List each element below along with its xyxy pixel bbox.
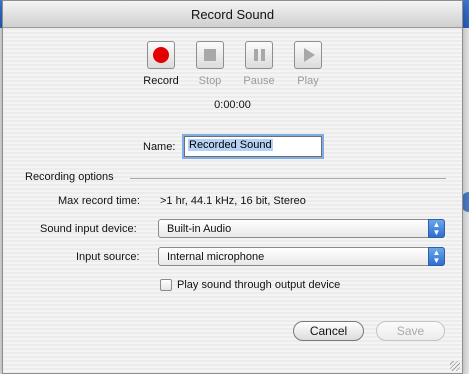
sound-input-device-label: Sound input device: [40,223,137,235]
record-icon [153,47,169,63]
save-button[interactable]: Save [376,321,445,341]
input-source-value: Internal microphone [167,251,265,263]
name-field-value: Recorded Sound [188,139,273,151]
sound-input-device-value: Built-in Audio [167,223,232,235]
name-field[interactable]: Recorded Sound [184,136,322,157]
pause-button[interactable] [245,41,273,69]
stop-label: Stop [198,75,222,87]
popup-arrows-icon: ▲ ▼ [428,219,445,238]
play-label: Play [297,75,319,87]
pause-label: Pause [243,75,275,87]
record-sound-dialog: Record Sound Record Stop Pause Play 0:00… [2,0,463,374]
play-through-checkbox[interactable] [160,279,172,291]
resize-grip-icon[interactable] [450,361,460,371]
title-bar[interactable]: Record Sound [3,1,462,28]
name-label: Name: [143,141,176,153]
sound-input-device-popup[interactable]: Built-in Audio ▲ ▼ [158,219,445,238]
recording-options-title: Recording options [25,171,114,183]
elapsed-time: 0:00:00 [214,99,251,111]
input-source-label: Input source: [76,251,140,263]
stop-button[interactable] [196,41,224,69]
max-record-time-value: >1 hr, 44.1 kHz, 16 bit, Stereo [160,195,306,207]
record-button[interactable] [147,41,175,69]
play-button[interactable] [294,41,322,69]
input-source-popup[interactable]: Internal microphone ▲ ▼ [158,247,445,266]
window-title: Record Sound [190,7,275,22]
popup-arrows-icon: ▲ ▼ [428,247,445,266]
section-divider [130,178,446,179]
max-record-time-label: Max record time: [58,195,140,207]
cancel-button[interactable]: Cancel [293,321,364,341]
pause-icon-bar [261,49,265,61]
play-icon [304,48,315,62]
stop-icon [204,49,216,61]
pause-icon-bar [254,49,258,61]
play-through-label[interactable]: Play sound through output device [177,279,340,291]
record-label: Record [143,75,179,87]
